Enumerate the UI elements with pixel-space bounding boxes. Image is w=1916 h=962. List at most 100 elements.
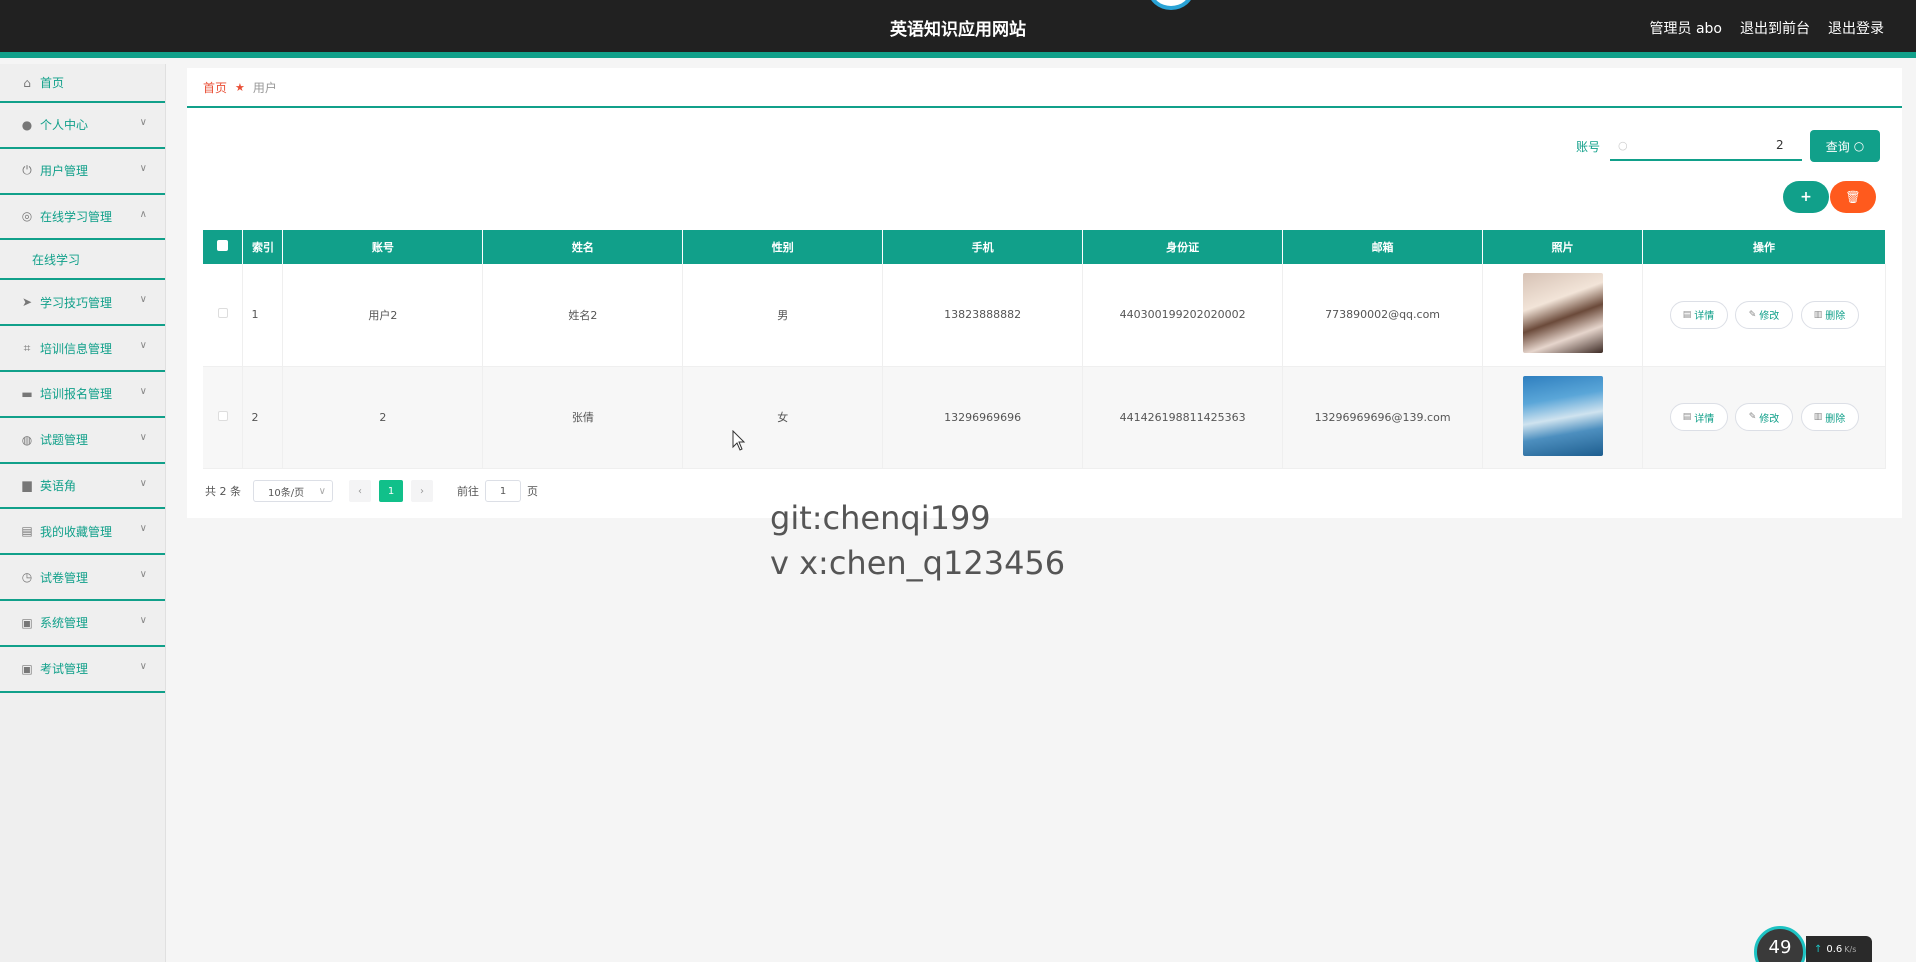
- sidebar-subitem-online-learning[interactable]: 在线学习: [0, 240, 165, 281]
- row-checkbox[interactable]: [217, 308, 228, 319]
- prev-page-button[interactable]: ‹: [349, 480, 371, 502]
- column-header: 性别: [682, 230, 884, 264]
- sidebar-item-training-signup-management[interactable]: ▬ 培训报名管理 ∨: [0, 372, 165, 418]
- search-label: 账号: [1575, 139, 1600, 154]
- next-page-button[interactable]: ›: [411, 480, 433, 502]
- sidebar-item-personal-center[interactable]: ● 个人中心 ∨: [0, 103, 165, 149]
- add-button[interactable]: +: [1783, 181, 1829, 213]
- power-icon: ⏻: [22, 163, 32, 178]
- total-count: 共 2 条: [205, 485, 241, 498]
- sidebar-item-question-management[interactable]: ◍ 试题管理 ∨: [0, 418, 165, 464]
- delete-button[interactable]: ▥ 删除: [1800, 300, 1859, 329]
- cell-index: 1: [242, 264, 284, 367]
- crop-icon: ⌗: [23, 340, 31, 355]
- sidebar-item-label: 考试管理: [40, 662, 89, 677]
- detail-label: 详情: [1694, 311, 1715, 323]
- send-icon: ➤: [21, 295, 33, 310]
- pagination: 共 2 条 10条/页 ∨ ‹ 1 › 前往 1 页: [205, 480, 538, 502]
- watermark-line: git:chenqi199: [770, 499, 991, 537]
- breadcrumb: 首页 ★ 用户: [187, 68, 1902, 108]
- main-panel: 首页 ★ 用户 账号 ○ 查询 ○ + 🗑 索引 账号 姓名 性别 手机 身: [187, 68, 1902, 518]
- back-to-front-link[interactable]: 退出到前台: [1740, 18, 1810, 38]
- sidebar-item-home[interactable]: ⌂ 首页: [0, 64, 165, 103]
- admin-label: 管理员 abo: [1649, 21, 1722, 37]
- edit-icon: ✎: [1748, 412, 1757, 422]
- column-header: 操作: [1642, 230, 1886, 264]
- document-icon: ▤: [1682, 309, 1692, 320]
- column-header: 索引: [242, 230, 284, 264]
- edit-label: 修改: [1759, 311, 1780, 323]
- page-size-select[interactable]: 10条/页 ∨: [253, 480, 333, 502]
- cell-id-card: 441426198811425363: [1082, 366, 1284, 469]
- network-speed: ↑ 0.6 K/s: [1806, 936, 1872, 962]
- trash-icon: 🗑: [1845, 190, 1861, 204]
- network-percent: 49: [1768, 937, 1792, 958]
- delete-label: 删除: [1825, 413, 1846, 425]
- sidebar-item-english-corner[interactable]: ▆ 英语角 ∨: [0, 464, 165, 510]
- detail-label: 详情: [1694, 413, 1715, 425]
- search-icon: ○: [1618, 138, 1628, 152]
- cell-id-card: 440300199202020002: [1082, 264, 1284, 367]
- goto-page-input[interactable]: 1: [485, 480, 521, 502]
- column-header: 账号: [282, 230, 484, 264]
- row-select-cell[interactable]: [203, 264, 244, 367]
- logout-link[interactable]: 退出登录: [1828, 18, 1884, 38]
- sidebar-item-online-learning-management[interactable]: ◎ 在线学习管理 ∧: [0, 195, 165, 241]
- chevron-down-icon: ∨: [139, 569, 147, 581]
- clipboard-icon: ▣: [21, 661, 33, 676]
- network-gauge[interactable]: 49: [1754, 926, 1806, 962]
- chevron-right-icon: ›: [420, 485, 424, 497]
- row-select-cell[interactable]: [203, 366, 244, 469]
- chevron-down-icon: ∨: [139, 431, 147, 443]
- sidebar-item-label: 学习技巧管理: [40, 295, 113, 310]
- sidebar-item-label: 个人中心: [40, 118, 89, 133]
- detail-button[interactable]: ▤ 详情: [1669, 403, 1728, 431]
- column-header: 身份证: [1082, 230, 1284, 264]
- sidebar-item-label: 试卷管理: [40, 570, 89, 585]
- search-row: 账号 ○ 查询 ○: [1576, 130, 1880, 162]
- page-number-button[interactable]: 1: [379, 480, 403, 502]
- search-box: ○: [1610, 131, 1802, 161]
- sidebar-item-label: 试题管理: [40, 433, 89, 448]
- edit-button[interactable]: ✎ 修改: [1735, 300, 1793, 329]
- sidebar: ⌂ 首页 ● 个人中心 ∨ ⏻ 用户管理 ∨ ◎ 在线学习管理 ∧ 在线学习 ➤…: [0, 64, 166, 962]
- header-avatar: [1148, 0, 1194, 10]
- sidebar-item-favorites-management[interactable]: ▤ 我的收藏管理 ∨: [0, 509, 165, 556]
- trash-icon: ▥: [1813, 309, 1823, 320]
- edit-label: 修改: [1759, 413, 1780, 425]
- row-checkbox[interactable]: [217, 410, 228, 421]
- sidebar-item-exam-paper-management[interactable]: ◷ 试卷管理 ∨: [0, 555, 165, 601]
- chevron-down-icon: ∨: [139, 162, 147, 174]
- compass-icon: ◎: [21, 209, 33, 224]
- edit-icon: ✎: [1748, 309, 1757, 320]
- sidebar-item-exam-management[interactable]: ▣ 考试管理 ∨: [0, 647, 165, 693]
- detail-button[interactable]: ▤ 详情: [1669, 300, 1728, 329]
- select-all-header[interactable]: [203, 230, 244, 264]
- sidebar-item-system-management[interactable]: ▣ 系统管理 ∨: [0, 601, 165, 647]
- select-all-checkbox[interactable]: [217, 240, 229, 251]
- sidebar-item-user-management[interactable]: ⏻ 用户管理 ∨: [0, 149, 165, 195]
- query-button[interactable]: 查询 ○: [1810, 130, 1880, 162]
- cell-phone: 13823888882: [882, 264, 1084, 367]
- breadcrumb-home-link[interactable]: 首页: [203, 79, 227, 96]
- column-header: 邮箱: [1282, 230, 1484, 264]
- cell-index: 2: [242, 366, 284, 469]
- network-speed-unit: K/s: [1844, 944, 1857, 954]
- delete-button[interactable]: ▥ 删除: [1800, 403, 1859, 431]
- clock-icon: ◷: [21, 570, 33, 585]
- edit-button[interactable]: ✎ 修改: [1735, 403, 1793, 431]
- account-search-input[interactable]: [1633, 138, 1784, 152]
- column-header: 姓名: [482, 230, 684, 264]
- trash-icon: ▥: [1813, 412, 1823, 422]
- sidebar-item-label: 英语角: [40, 478, 77, 493]
- sidebar-item-training-info-management[interactable]: ⌗ 培训信息管理 ∨: [0, 326, 165, 372]
- sidebar-item-study-tips-management[interactable]: ➤ 学习技巧管理 ∨: [0, 280, 165, 327]
- cell-actions: ▤ 详情 ✎ 修改 ▥ 删除: [1642, 366, 1886, 469]
- cell-gender: 男: [682, 264, 884, 367]
- table-row: 1 用户2 姓名2 男 13823888882 4403001992020200…: [203, 264, 1886, 367]
- document-icon: ▤: [1682, 412, 1692, 422]
- mouse-cursor-icon: [732, 430, 746, 451]
- chevron-down-icon: ∨: [139, 614, 147, 626]
- column-header: 手机: [882, 230, 1084, 264]
- batch-delete-button[interactable]: 🗑: [1830, 181, 1876, 213]
